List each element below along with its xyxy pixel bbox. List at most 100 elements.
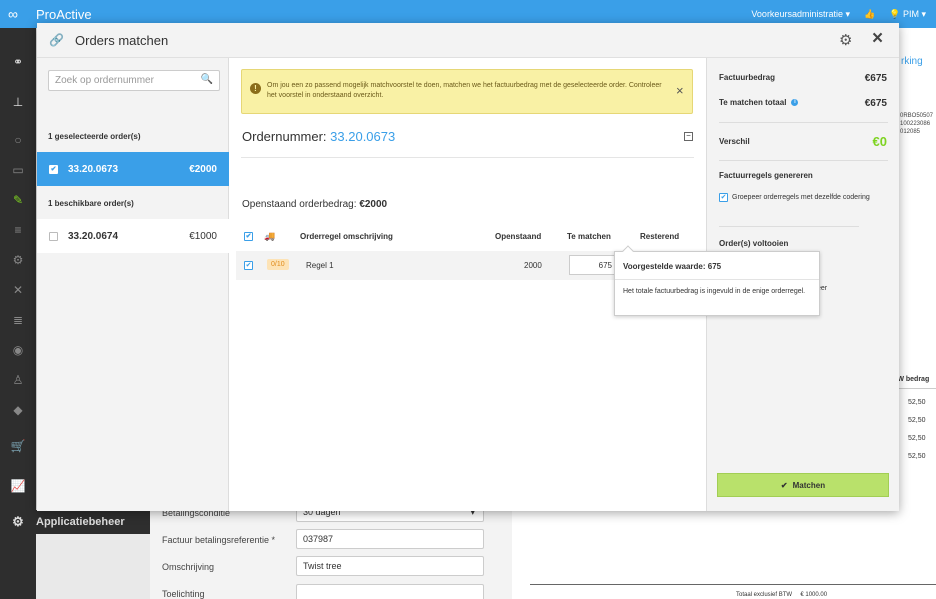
tooltip-body: Het totale factuurbedrag is ingevuld in … bbox=[623, 288, 806, 295]
doc-code: 012085 bbox=[900, 129, 921, 135]
to-match-input[interactable]: 675 bbox=[569, 255, 617, 275]
document-icon[interactable]: ≣ bbox=[0, 308, 36, 332]
order-checkbox[interactable]: ✔ bbox=[49, 164, 58, 174]
tag-icon[interactable]: ◆ bbox=[0, 398, 36, 422]
lightbulb-icon: 💡 bbox=[889, 8, 901, 19]
info-alert: ! Om jou een zo passend mogelijk matchvo… bbox=[241, 69, 693, 114]
tooltip-title: Voorgestelde waarde: 675 bbox=[623, 262, 722, 271]
selected-orders-header: 1 geselecteerde order(s) bbox=[48, 132, 141, 141]
close-icon[interactable]: × bbox=[872, 28, 883, 50]
group-lines-checkbox[interactable]: ✔ bbox=[719, 193, 728, 202]
order-amount: €1000 bbox=[189, 230, 217, 242]
open-order-amount: Openstaand orderbedrag: €2000 bbox=[242, 199, 387, 210]
row-description: Regel 1 bbox=[306, 261, 334, 270]
inbox-icon[interactable]: ▭ bbox=[0, 158, 36, 182]
open-amount-value: €2000 bbox=[359, 199, 388, 210]
order-number-value[interactable]: 33.20.0673 bbox=[330, 129, 395, 144]
nav-icon-1[interactable]: ○ bbox=[0, 128, 36, 152]
col-to-match: Te matchen bbox=[567, 232, 611, 241]
breadcrumb[interactable]: rking bbox=[901, 56, 923, 67]
thumbs-up-icon[interactable]: 👍 bbox=[864, 9, 875, 20]
pencil-icon[interactable]: ✎ bbox=[0, 188, 36, 212]
divider bbox=[241, 157, 694, 158]
match-button-label: Matchen bbox=[792, 480, 826, 490]
user-name: PIM bbox=[902, 8, 919, 19]
infinity-logo-icon: ∞ bbox=[8, 6, 18, 22]
chart-icon[interactable]: 📈 bbox=[0, 474, 36, 498]
eye-icon[interactable]: ◉ bbox=[0, 338, 36, 362]
selected-order-row[interactable]: ✔ 33.20.0673 €2000 bbox=[37, 152, 229, 186]
divider bbox=[530, 584, 936, 585]
form-label-description: Omschrijving bbox=[162, 562, 215, 572]
close-alert-icon[interactable]: × bbox=[676, 83, 684, 98]
total-label: Totaal exclusief BTW bbox=[736, 592, 793, 598]
user-menu[interactable]: 💡 PIM ▾ bbox=[889, 9, 926, 20]
form-label-payment-reference: Factuur betalingsreferentie * bbox=[162, 535, 276, 545]
document-codes: 0RBO50507 100223086 012085 bbox=[900, 112, 933, 136]
gears-icon: ⚙ bbox=[12, 514, 24, 529]
modal-header: 🔗 Orders matchen ⚙ × bbox=[37, 23, 899, 58]
match-button[interactable]: ✔ Matchen bbox=[717, 473, 889, 497]
divider bbox=[615, 279, 819, 280]
open-amount-label: Openstaand orderbedrag: bbox=[242, 199, 357, 210]
orders-panel: 🔍 1 geselecteerde order(s) ✔ 33.20.0673 … bbox=[37, 58, 229, 511]
table-header: ✔ 🚚 Orderregel omschrijving Openstaand T… bbox=[236, 224, 694, 249]
order-number-label: Ordernummer: bbox=[242, 129, 327, 144]
info-icon[interactable]: i bbox=[791, 99, 799, 107]
payment-reference-field[interactable]: 037987 bbox=[296, 529, 484, 549]
gear-icon[interactable]: ⚙ bbox=[839, 31, 852, 49]
list-icon[interactable]: ≡ bbox=[0, 218, 36, 242]
group-lines-label: Groepeer orderregels met dezelfde coderi… bbox=[732, 194, 870, 201]
app-management-nav[interactable]: ⚙ Applicatiebeheer bbox=[0, 510, 150, 534]
btw-value: 52,50 bbox=[908, 417, 926, 424]
doc-code: 0RBO50507 bbox=[900, 113, 934, 119]
app-name: ProActive bbox=[36, 6, 92, 22]
administration-dropdown[interactable]: Voorkeursadministratie ▾ bbox=[751, 9, 850, 20]
person-icon[interactable]: ♙ bbox=[0, 368, 36, 392]
order-search: 🔍 bbox=[48, 70, 220, 91]
settings-icon[interactable]: ⚙ bbox=[0, 248, 36, 272]
divider bbox=[719, 226, 859, 227]
progress-badge: 0/10 bbox=[267, 259, 289, 270]
warning-icon: ! bbox=[250, 83, 261, 94]
order-checkbox[interactable] bbox=[49, 231, 58, 241]
doc-code: 100223086 bbox=[900, 121, 931, 127]
order-search-input[interactable] bbox=[49, 71, 199, 90]
order-number: 33.20.0673 bbox=[68, 163, 119, 175]
form-label-notes: Toelichting bbox=[162, 589, 205, 599]
description-field[interactable]: Twist tree bbox=[296, 556, 484, 576]
order-number-heading: Ordernummer: 33.20.0673 bbox=[242, 129, 395, 144]
btw-value: 52,50 bbox=[908, 435, 926, 442]
handshake-icon[interactable]: ⚭ bbox=[0, 50, 36, 74]
order-number: 33.20.0674 bbox=[68, 230, 119, 242]
divider bbox=[719, 122, 888, 123]
row-checkbox[interactable]: ✔ bbox=[244, 261, 253, 270]
background-form: Betalingsconditie 30 dagen ▾ Factuur beta… bbox=[150, 500, 512, 599]
to-match-total-label-wrap: Te matchen totaal i bbox=[719, 98, 799, 107]
col-open: Openstaand bbox=[495, 232, 542, 241]
invoice-amount-label: Factuurbedrag bbox=[719, 73, 776, 82]
total-value: € 1000.00 bbox=[800, 592, 828, 598]
order-amount: €2000 bbox=[189, 163, 217, 175]
difference-label: Verschil bbox=[719, 137, 750, 146]
administration-label: Voorkeursadministratie bbox=[751, 8, 843, 19]
generate-lines-header: Factuurregels genereren bbox=[719, 171, 813, 180]
notes-field[interactable] bbox=[296, 584, 484, 599]
stamp-icon[interactable]: ⊥ bbox=[0, 90, 36, 114]
tools-icon[interactable]: ✕ bbox=[0, 278, 36, 302]
col-remaining: Resterend bbox=[640, 232, 680, 241]
btw-value: 52,50 bbox=[908, 453, 926, 460]
app-management-label: Applicatiebeheer bbox=[36, 516, 125, 528]
check-icon: ✔ bbox=[780, 480, 788, 490]
invoice-amount-value: €675 bbox=[864, 73, 887, 84]
difference-value: €0 bbox=[872, 134, 887, 149]
select-all-checkbox[interactable]: ✔ bbox=[244, 232, 253, 241]
collapse-icon[interactable]: − bbox=[684, 132, 693, 141]
available-order-row[interactable]: 33.20.0674 €1000 bbox=[37, 219, 229, 253]
available-orders-header: 1 beschikbare order(s) bbox=[48, 199, 134, 208]
complete-orders-header: Order(s) voltooien bbox=[719, 239, 789, 248]
search-icon[interactable]: 🔍 bbox=[201, 74, 213, 85]
modal-title: Orders matchen bbox=[75, 33, 169, 48]
divider bbox=[719, 160, 888, 161]
cart-icon[interactable]: 🛒 bbox=[0, 434, 36, 458]
